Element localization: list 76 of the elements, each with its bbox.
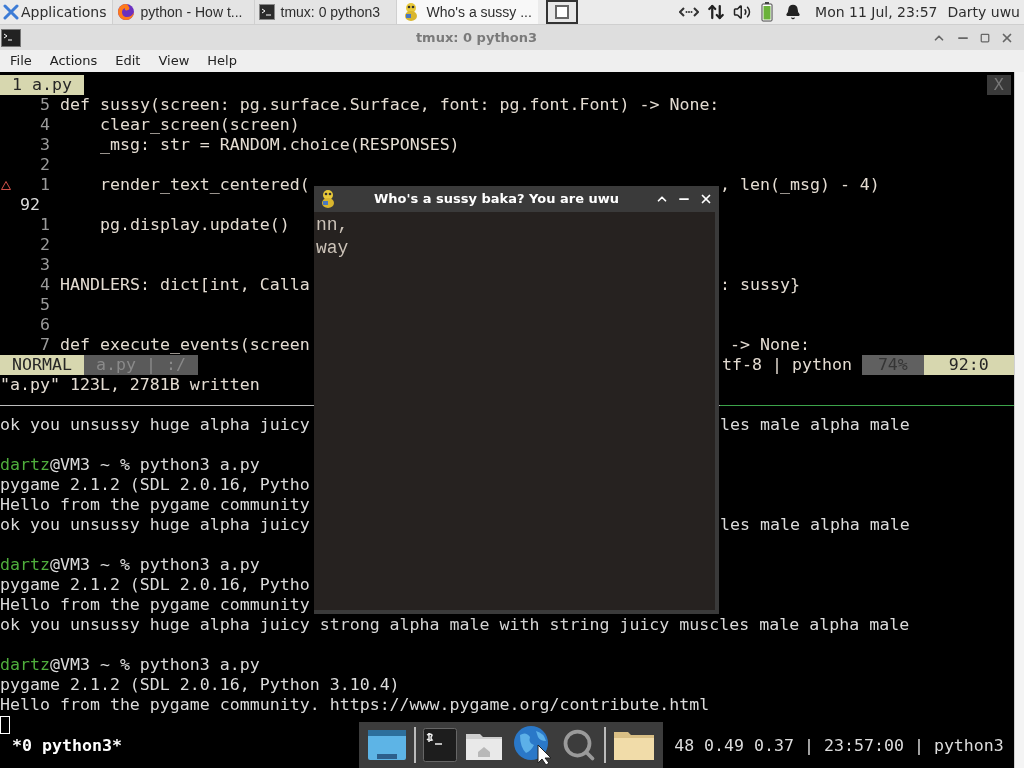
code-line: def execute_events(screen — [60, 335, 310, 355]
game-text: way — [315, 237, 350, 260]
menu-item[interactable]: Actions — [40, 51, 107, 71]
line-number: 6 — [39, 315, 50, 335]
taskbar-task[interactable]: python - How t... — [111, 0, 254, 24]
show-desktop-button[interactable] — [545, 0, 578, 24]
line-number: 3 — [39, 135, 50, 155]
line-number: 7 — [39, 335, 50, 355]
output-line: pygame 2.1.2 (SDL 2.0.16, Python 3.10.4) — [0, 675, 400, 695]
terminal-icon — [1, 28, 21, 47]
line-number: 3 — [39, 255, 50, 275]
output-line: pygame 2.1.2 (SDL 2.0.16, Pytho — [0, 475, 310, 495]
code-line: -> None: — [729, 335, 810, 355]
tmux-window-tab[interactable]: *0 python3* — [0, 736, 122, 756]
terminal-icon[interactable] — [423, 728, 458, 762]
output-line: ok you unsussy huge alpha juicy — [0, 415, 310, 435]
window-title: Who's a sussy baka? You are uwu — [373, 190, 620, 209]
code-line: : sussy} — [720, 275, 800, 295]
filetype-indicator: tf-8 | python — [722, 355, 852, 375]
line-number: 1 — [39, 175, 50, 195]
line-number: 5 — [39, 95, 50, 115]
code-line: HANDLERS: dict[int, Calla — [60, 275, 310, 295]
menu-item[interactable]: File — [1, 51, 41, 71]
tmux-status-info: 48 0.49 0.37 | 23:57:00 | python3 — [674, 736, 1004, 756]
terminal-icon — [258, 4, 275, 20]
clock[interactable]: Mon 11 Jul, 23:57 — [815, 1, 938, 23]
menu-item[interactable]: Help — [198, 51, 246, 71]
cursor-position: 92:0 — [923, 355, 1014, 375]
shell-prompt: dartz@VM3 ~ % python3 a.py — [0, 555, 260, 575]
code-line: clear_screen(screen) — [98, 115, 300, 135]
restore-icon[interactable] — [980, 32, 990, 43]
code-line: , len(_msg) - 4) — [720, 175, 880, 195]
taskbar-task[interactable]: Who's a sussy ... — [395, 0, 538, 24]
menu-item[interactable]: View — [149, 51, 199, 71]
game-text: nn, — [315, 214, 350, 237]
output-line: les male alpha male — [720, 415, 910, 435]
applications-menu[interactable]: Applications — [0, 0, 110, 24]
output-line: Hello from the pygame community — [0, 595, 310, 615]
globe-icon[interactable] — [511, 725, 554, 765]
buffer-tab[interactable]: 1 a.py — [0, 75, 84, 95]
window-icon[interactable] — [366, 728, 407, 762]
output-line: Hello from the pygame community. https://www.pygame.org/contribute.html — [0, 695, 710, 715]
line-number: 2 — [39, 235, 50, 255]
scrollbar[interactable] — [1013, 72, 1024, 768]
code-line: pg.display.update() — [98, 215, 290, 235]
output-line: ok you unsussy huge alpha juicy strong alpha male with string juicy muscles male alpha male — [0, 615, 910, 635]
browser-icon — [116, 3, 135, 21]
code-line: def sussy(screen: pg.surface.Surface, font: pg.font.Font) -> None: — [60, 95, 720, 115]
output-line: les male alpha male — [720, 515, 910, 535]
line-number: 92 — [19, 195, 40, 215]
transfer-icon[interactable] — [707, 3, 726, 21]
code-line: _msg: str = RANDOM.choice(RESPONSES) — [98, 135, 460, 155]
user-name[interactable]: Darty uwu — [947, 1, 1020, 23]
notification-icon[interactable] — [785, 4, 802, 20]
status-message: "a.py" 123L, 2781B written — [0, 375, 260, 395]
xfce-logo-icon — [3, 4, 19, 20]
line-number: 2 — [39, 155, 50, 175]
window-title: tmux: 0 python3 — [415, 28, 538, 47]
menu-item[interactable]: Edit — [106, 51, 150, 71]
output-line: Hello from the pygame community — [0, 495, 310, 515]
line-number: 5 — [39, 295, 50, 315]
volume-icon[interactable] — [733, 3, 752, 21]
shell-prompt: dartz@VM3 ~ % python3 a.py — [0, 455, 260, 475]
shell-prompt: dartz@VM3 ~ % python3 a.py — [0, 655, 260, 675]
output-line: pygame 2.1.2 (SDL 2.0.16, Pytho — [0, 575, 310, 595]
network-icon[interactable] — [679, 5, 700, 19]
output-line: ok you unsussy huge alpha juicy — [0, 515, 310, 535]
code-line: render_text_centered( — [98, 175, 310, 195]
line-number: 4 — [39, 115, 50, 135]
line-number: 1 — [39, 215, 50, 235]
taskbar-task[interactable]: tmux: 0 python3 — [253, 0, 396, 24]
line-number: 4 — [39, 275, 50, 295]
text-cursor — [0, 716, 10, 734]
close-icon[interactable] — [699, 192, 713, 206]
mode-indicator: NORMAL — [0, 355, 84, 375]
battery-icon[interactable] — [761, 2, 774, 22]
